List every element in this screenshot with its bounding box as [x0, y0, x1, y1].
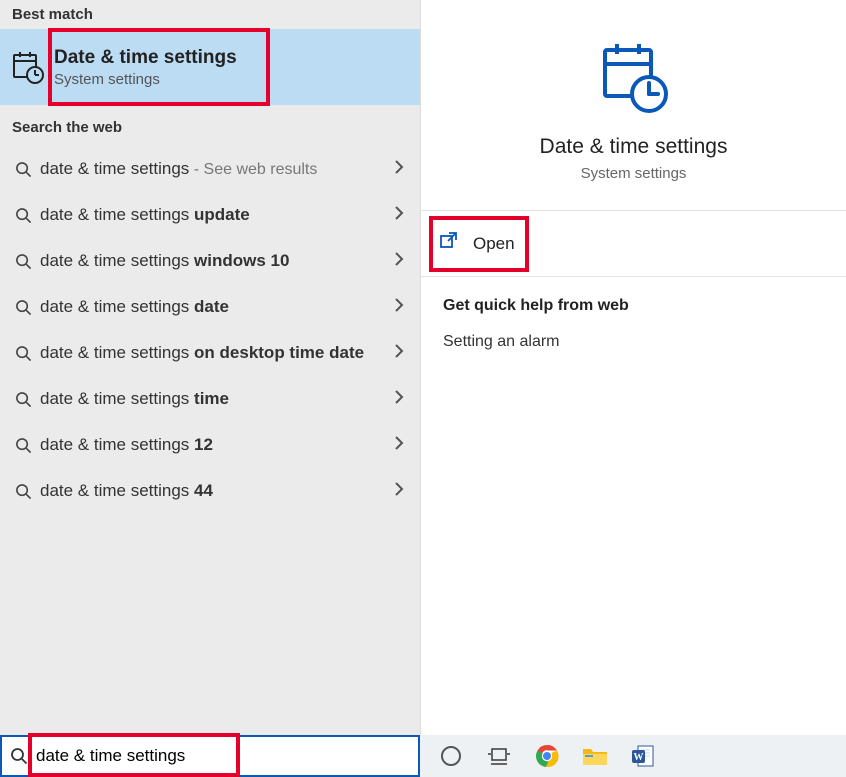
web-result-item[interactable]: date & time settings - See web results — [0, 146, 420, 192]
quick-help-header: Get quick help from web — [443, 297, 824, 315]
best-match-title: Date & time settings — [54, 47, 237, 69]
cortana-icon[interactable] — [438, 743, 464, 769]
quick-help-section: Get quick help from web Setting an alarm — [421, 277, 846, 371]
svg-text:W: W — [634, 752, 644, 763]
best-match-header: Best match — [0, 0, 420, 29]
search-input[interactable] — [36, 746, 418, 766]
date-time-icon — [8, 50, 48, 84]
web-result-item[interactable]: date & time settings time — [0, 376, 420, 422]
web-result-item[interactable]: date & time settings 44 — [0, 468, 420, 514]
search-web-header: Search the web — [0, 113, 420, 142]
chevron-right-icon[interactable] — [390, 390, 408, 409]
chevron-right-icon[interactable] — [390, 252, 408, 271]
web-result-item[interactable]: date & time settings 12 — [0, 422, 420, 468]
file-explorer-icon[interactable] — [582, 743, 608, 769]
detail-title: Date & time settings — [540, 135, 728, 159]
search-icon — [2, 747, 36, 765]
task-view-icon[interactable] — [486, 743, 512, 769]
search-icon — [10, 391, 36, 408]
search-results-panel: Best match Date & time settings System s… — [0, 0, 420, 735]
chevron-right-icon[interactable] — [390, 436, 408, 455]
chevron-right-icon[interactable] — [390, 206, 408, 225]
web-result-item[interactable]: date & time settings on desktop time dat… — [0, 330, 420, 376]
web-result-text: date & time settings on desktop time dat… — [36, 342, 390, 363]
best-match-text: Date & time settings System settings — [54, 47, 237, 88]
search-icon — [10, 207, 36, 224]
chevron-right-icon[interactable] — [390, 482, 408, 501]
chevron-right-icon[interactable] — [390, 298, 408, 317]
web-results-list: date & time settings - See web results da… — [0, 146, 420, 514]
search-icon — [10, 253, 36, 270]
web-result-text: date & time settings update — [36, 204, 390, 225]
web-result-text: date & time settings 44 — [36, 480, 390, 501]
open-icon — [439, 231, 459, 256]
web-result-text: date & time settings 12 — [36, 434, 390, 455]
web-result-text: date & time settings - See web results — [36, 158, 390, 180]
search-icon — [10, 345, 36, 362]
chrome-icon[interactable] — [534, 743, 560, 769]
chevron-right-icon[interactable] — [390, 160, 408, 179]
web-result-text: date & time settings windows 10 — [36, 250, 390, 271]
best-match-result[interactable]: Date & time settings System settings — [0, 29, 420, 105]
quick-help-item[interactable]: Setting an alarm — [443, 333, 824, 351]
taskbar: W — [420, 735, 846, 777]
search-icon — [10, 483, 36, 500]
web-result-text: date & time settings date — [36, 296, 390, 317]
word-icon[interactable]: W — [630, 743, 656, 769]
open-button[interactable]: Open — [421, 211, 846, 277]
best-match-subtitle: System settings — [54, 71, 237, 88]
detail-subtitle: System settings — [581, 165, 687, 182]
web-result-item[interactable]: date & time settings date — [0, 284, 420, 330]
open-label: Open — [473, 234, 515, 254]
search-icon — [10, 299, 36, 316]
detail-hero: Date & time settings System settings — [421, 0, 846, 211]
web-result-item[interactable]: date & time settings windows 10 — [0, 238, 420, 284]
detail-panel: Date & time settings System settings Ope… — [420, 0, 846, 735]
web-result-text: date & time settings time — [36, 388, 390, 409]
chevron-right-icon[interactable] — [390, 344, 408, 363]
date-time-icon — [595, 38, 673, 121]
web-result-item[interactable]: date & time settings update — [0, 192, 420, 238]
search-icon — [10, 437, 36, 454]
search-bar[interactable] — [0, 735, 420, 777]
search-icon — [10, 161, 36, 178]
